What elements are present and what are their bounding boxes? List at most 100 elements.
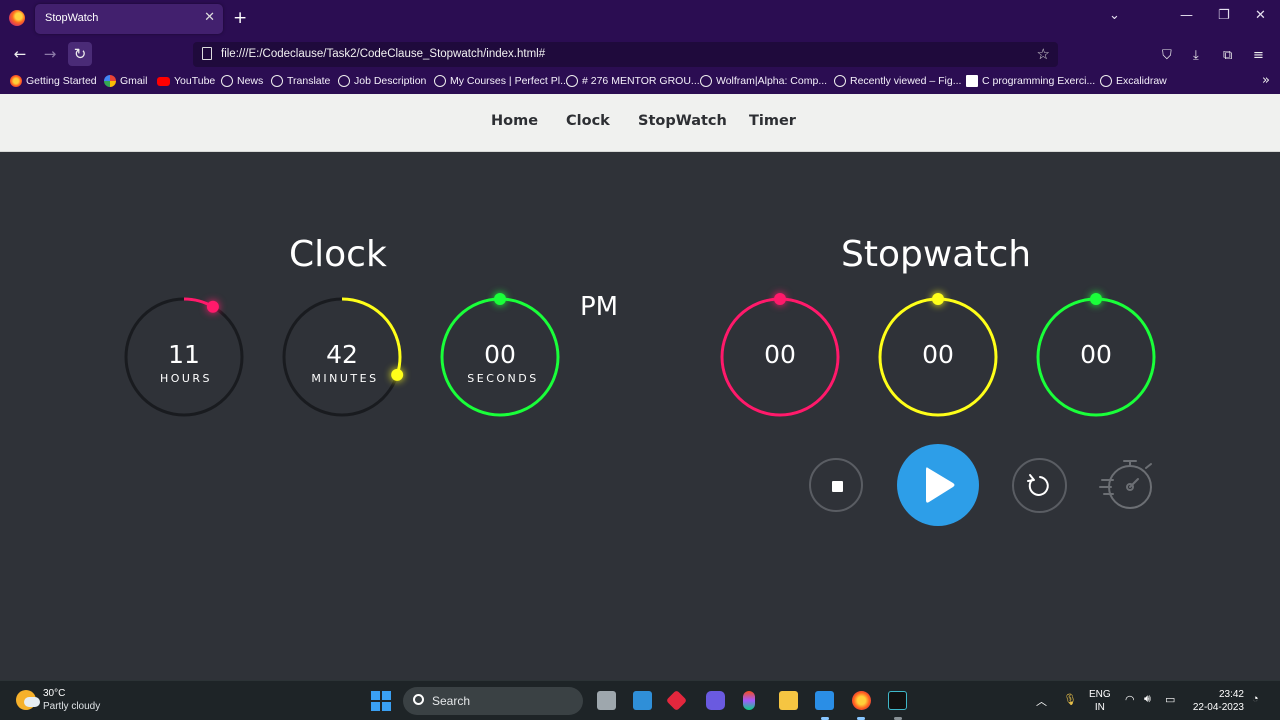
- battery-icon[interactable]: ▭: [1165, 693, 1175, 706]
- lap-button[interactable]: [1098, 456, 1158, 516]
- menu-icon[interactable]: ≡: [1253, 48, 1264, 63]
- bookmark-label: Translate: [287, 75, 331, 87]
- close-window-button[interactable]: ✕: [1255, 8, 1266, 23]
- nav-timer[interactable]: Timer: [749, 113, 796, 129]
- ring-indicator-dot: [774, 293, 786, 305]
- tab-title: StopWatch: [45, 12, 99, 24]
- clock-minutes-value: 42: [326, 340, 358, 369]
- extensions-icon[interactable]: ⧉: [1223, 48, 1232, 63]
- nav-stopwatch[interactable]: StopWatch: [638, 113, 727, 129]
- weather-description[interactable]: Partly cloudy: [43, 701, 100, 712]
- vscode-icon[interactable]: [815, 691, 834, 710]
- chevron-right-double-icon[interactable]: »: [1262, 73, 1270, 88]
- minimize-button[interactable]: —: [1180, 8, 1193, 23]
- globe-icon: [566, 75, 578, 87]
- firefox-icon: [9, 10, 25, 26]
- tab-bar: StopWatch ✕ + ⌄ — ❐ ✕: [0, 0, 1280, 38]
- site-header: Home Clock StopWatch Timer: [0, 94, 1280, 152]
- bookmark-label: Getting Started: [26, 75, 97, 87]
- region-code: IN: [1094, 702, 1105, 713]
- bookmark-label: My Courses | Perfect Pl...: [450, 75, 569, 87]
- reset-button[interactable]: [1012, 458, 1067, 513]
- bookmark-youtube[interactable]: YouTube: [157, 75, 215, 87]
- close-tab-icon[interactable]: ✕: [204, 10, 215, 25]
- taskbar-search[interactable]: Search: [403, 687, 583, 715]
- notification-icon[interactable]: ◔: [1252, 693, 1259, 705]
- url-text[interactable]: file:///E:/Codeclause/Task2/CodeClause_S…: [221, 48, 545, 60]
- language-indicator[interactable]: ENG IN: [1089, 688, 1111, 714]
- search-label: Search: [432, 694, 471, 708]
- list-all-tabs-icon[interactable]: ⌄: [1109, 8, 1120, 23]
- stopwatch-title: Stopwatch: [841, 234, 1032, 275]
- bookmark-wolfram-alpha[interactable]: Wolfram|Alpha: Comp...: [700, 75, 827, 87]
- bookmark-label: Wolfram|Alpha: Comp...: [716, 75, 828, 87]
- bookmark-my-courses[interactable]: My Courses | Perfect Pl...: [434, 75, 569, 87]
- tab-stopwatch[interactable]: StopWatch ✕: [35, 4, 223, 34]
- bookmark-label: C programming Exerci...: [982, 75, 1096, 87]
- clock-hours-label: HOURS: [159, 372, 213, 385]
- clock-time: 23:42: [1218, 689, 1244, 700]
- stopwatch-hours-value: 00: [764, 340, 796, 369]
- ring-indicator-dot: [494, 293, 506, 305]
- bookmark-star-icon[interactable]: ☆: [1037, 45, 1050, 63]
- nav-clock[interactable]: Clock: [566, 113, 610, 129]
- play-button[interactable]: [897, 444, 979, 526]
- bookmark-mentor-group[interactable]: # 276 MENTOR GROU...: [566, 75, 700, 87]
- site-icon: [966, 75, 978, 87]
- stop-button[interactable]: [809, 458, 863, 512]
- wifi-icon[interactable]: ◠: [1125, 693, 1135, 706]
- globe-icon: [338, 75, 350, 87]
- ring-indicator-dot: [206, 300, 219, 313]
- cloud-icon: [24, 697, 40, 707]
- taskbar: 30°C Partly cloudy Search ︿ 🎙 ENG IN ◠ 🔊…: [0, 680, 1280, 720]
- red-app-icon[interactable]: [665, 689, 688, 712]
- terminal-icon[interactable]: [888, 691, 907, 710]
- bookmark-c-programming[interactable]: C programming Exerci...: [966, 75, 1095, 87]
- file-icon: [202, 47, 212, 60]
- clock-seconds-label: SECONDS: [467, 372, 539, 385]
- mail-icon[interactable]: [633, 691, 652, 710]
- copilot-icon[interactable]: [706, 691, 725, 710]
- system-clock[interactable]: 23:42 22-04-2023: [1193, 688, 1244, 714]
- nav-home[interactable]: Home: [491, 113, 538, 129]
- downloads-icon[interactable]: ⤓: [1193, 48, 1199, 63]
- stop-icon: [832, 481, 843, 492]
- task-view-icon[interactable]: [597, 691, 616, 710]
- bookmark-excalidraw[interactable]: Excalidraw: [1100, 75, 1167, 87]
- back-button[interactable]: ←: [8, 42, 32, 66]
- new-tab-button[interactable]: +: [233, 8, 247, 28]
- figma-icon[interactable]: [743, 691, 755, 710]
- address-bar[interactable]: file:///E:/Codeclause/Task2/CodeClause_S…: [193, 42, 1058, 67]
- clock-hours-value: 11: [168, 340, 200, 369]
- clock-date: 22-04-2023: [1192, 702, 1244, 713]
- bookmark-label: YouTube: [174, 75, 216, 87]
- firefox-taskbar-icon[interactable]: [852, 691, 871, 710]
- reload-button[interactable]: ↻: [68, 42, 92, 66]
- reset-icon: [1027, 474, 1049, 496]
- windows-start-icon[interactable]: [371, 691, 391, 711]
- clock-title: Clock: [289, 234, 387, 275]
- microphone-icon[interactable]: 🎙: [1063, 693, 1077, 706]
- bookmark-gmail[interactable]: Gmail: [104, 75, 147, 87]
- volume-icon[interactable]: 🔊︎: [1144, 693, 1151, 706]
- globe-icon: [221, 75, 233, 87]
- restore-button[interactable]: ❐: [1218, 8, 1230, 23]
- search-icon: [413, 694, 424, 705]
- bookmark-translate[interactable]: Translate: [271, 75, 330, 87]
- pocket-icon[interactable]: ⛉: [1162, 48, 1172, 63]
- clock-seconds-value: 00: [484, 340, 516, 369]
- lap-stopwatch-icon: [1099, 460, 1152, 509]
- navigation-toolbar: ← → ↻ file:///E:/Codeclause/Task2/CodeCl…: [0, 38, 1280, 70]
- bookmark-label: Gmail: [120, 75, 148, 87]
- file-explorer-icon[interactable]: [779, 691, 798, 710]
- forward-button[interactable]: →: [38, 42, 62, 66]
- stopwatch-minutes-value: 00: [922, 340, 954, 369]
- bookmark-figma-recent[interactable]: Recently viewed – Fig...: [834, 75, 961, 87]
- bookmark-getting-started[interactable]: Getting Started: [10, 75, 97, 87]
- weather-temperature[interactable]: 30°C: [43, 688, 65, 699]
- bookmark-label: Job Description: [354, 75, 427, 87]
- bookmark-news[interactable]: News: [221, 75, 263, 87]
- bookmark-label: Recently viewed – Fig...: [850, 75, 962, 87]
- chevron-up-icon[interactable]: ︿: [1036, 693, 1047, 709]
- bookmark-job-description[interactable]: Job Description: [338, 75, 426, 87]
